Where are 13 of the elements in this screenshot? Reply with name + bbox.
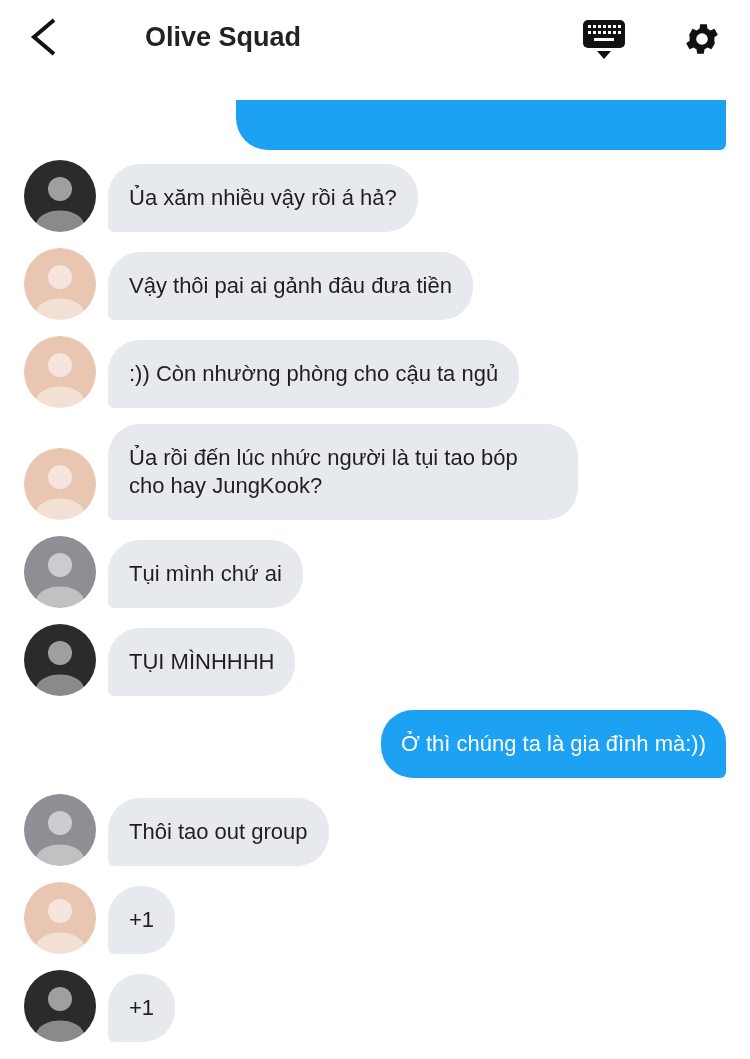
message-bubble: Tụi mình chứ ai <box>108 540 303 608</box>
message-bubble: Ủa rồi đến lúc nhức người là tụi tao bóp cho hay JungKook? <box>108 424 578 520</box>
message-bubble: +1 <box>108 974 176 1042</box>
message-bubble: +1 <box>108 886 176 954</box>
message-bubble: Ủa xăm nhiều vậy rồi á hả? <box>108 164 418 232</box>
message-bubble: Vậy thôi pai ai gảnh đâu đưa tiền <box>108 252 473 320</box>
message-bubble: Thôi tao out group <box>108 798 329 866</box>
message-bubble: TỤI MÌNHHHH <box>108 628 296 696</box>
message-bubble: :)) Còn nhường phòng cho cậu ta ngủ <box>108 340 520 408</box>
keyboard-icon[interactable] <box>582 19 626 61</box>
back-icon[interactable] <box>28 17 58 57</box>
chat-title: Olive Squad <box>145 20 302 54</box>
message-bubble: Ở thì chúng ta là gia đình mà:)) <box>380 710 726 778</box>
